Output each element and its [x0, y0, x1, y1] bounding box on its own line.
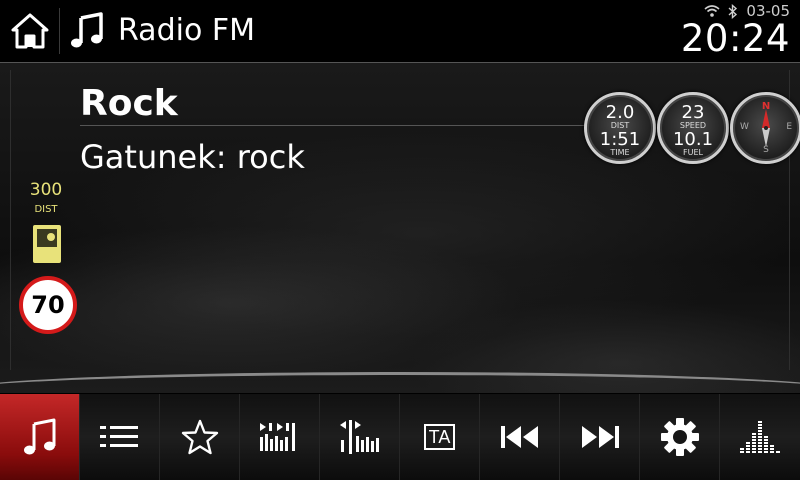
speed-limit-sign: 70 — [19, 276, 77, 334]
music-note-icon — [71, 12, 103, 48]
music-button[interactable] — [0, 394, 80, 480]
equalizer-button[interactable] — [720, 394, 800, 480]
music-note-icon — [23, 418, 55, 455]
list-icon — [99, 426, 138, 447]
divider — [59, 8, 60, 54]
bottom-toolbar: TA — [0, 394, 800, 480]
star-icon — [181, 419, 218, 455]
home-icon — [11, 13, 49, 49]
distance-value: 2.0 — [605, 102, 635, 123]
genre-label: Gatunek: rock — [80, 138, 305, 176]
home-button[interactable] — [8, 8, 52, 54]
compass-needle-icon — [762, 109, 770, 147]
speed-value: 23 — [681, 102, 705, 123]
favorites-button[interactable] — [160, 394, 240, 480]
compass-gauge[interactable]: N W E S — [730, 92, 800, 164]
station-name: Rock — [80, 83, 178, 124]
next-icon — [581, 426, 619, 448]
next-button[interactable] — [560, 394, 640, 480]
camera-distance-label: DIST — [34, 204, 58, 215]
top-bar: Radio FM 03-05 20:24 — [0, 0, 800, 62]
scan-icon — [259, 423, 295, 451]
wifi-icon — [704, 5, 720, 17]
station-list-button[interactable] — [80, 394, 160, 480]
equalizer-icon — [740, 421, 780, 453]
traffic-announcement-button[interactable]: TA — [400, 394, 480, 480]
speed-fuel-gauge[interactable]: 23 SPEED 10.1 FUEL — [657, 92, 729, 164]
gear-icon — [660, 418, 699, 456]
time-value: 1:51 — [599, 129, 641, 150]
frame-line-left — [10, 70, 11, 370]
ta-label: TA — [428, 427, 451, 447]
previous-icon — [500, 426, 538, 448]
clock: 20:24 — [680, 17, 790, 60]
tune-icon — [339, 420, 379, 454]
fuel-label: FUEL — [683, 148, 703, 157]
trip-gauge[interactable]: 2.0 DIST 1:51 TIME — [584, 92, 656, 164]
ta-icon: TA — [423, 424, 456, 450]
settings-button[interactable] — [640, 394, 720, 480]
fuel-value: 10.1 — [672, 129, 714, 150]
tune-button[interactable] — [320, 394, 400, 480]
time-label: TIME — [610, 148, 630, 157]
speed-camera-icon — [33, 225, 61, 263]
title-divider — [80, 125, 600, 126]
camera-distance: 300 — [29, 180, 63, 200]
app-title: Radio FM — [118, 13, 255, 48]
scan-button[interactable] — [240, 394, 320, 480]
previous-button[interactable] — [480, 394, 560, 480]
